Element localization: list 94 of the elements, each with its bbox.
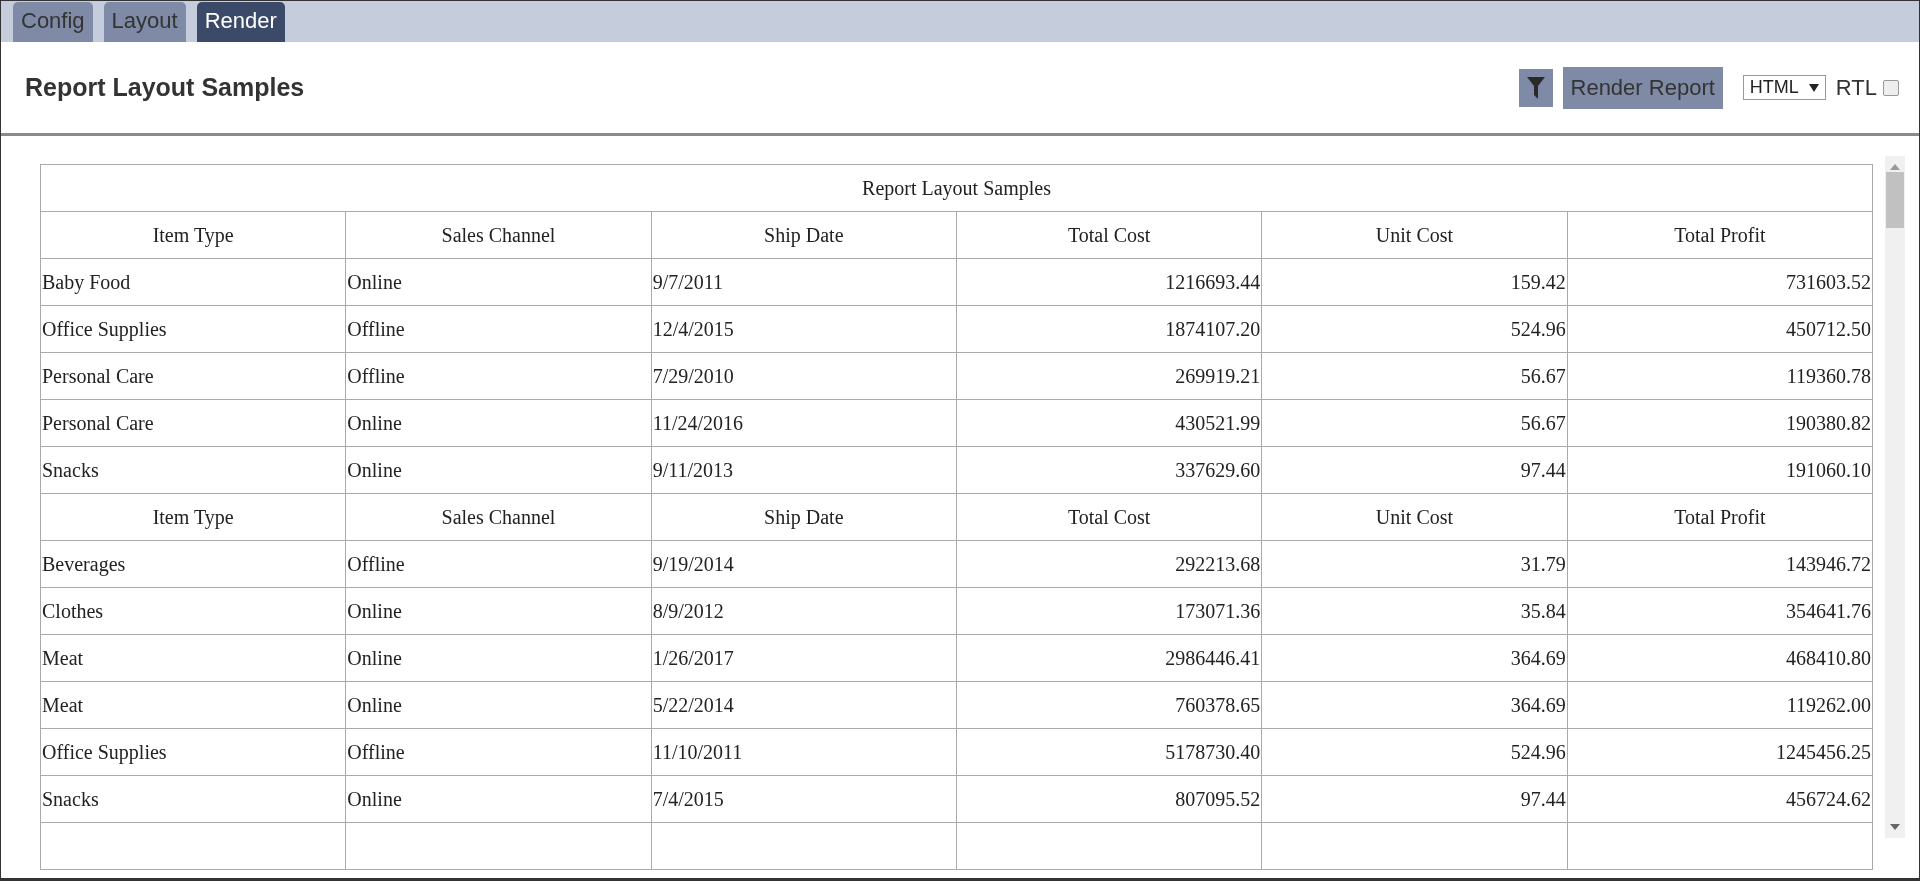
column-header: Unit Cost <box>1261 493 1568 541</box>
column-header: Total Profit <box>1567 211 1873 259</box>
table-cell: 5/22/2014 <box>651 681 957 729</box>
tab[interactable]: Config <box>13 2 93 42</box>
column-header: Sales Channel <box>345 211 652 259</box>
table-cell: Online <box>345 775 652 823</box>
table-cell: Online <box>345 681 652 729</box>
table-cell: 292213.68 <box>956 540 1262 588</box>
table-cell: Snacks <box>40 775 346 823</box>
table-cell: 56.67 <box>1261 352 1568 400</box>
table-cell: Clothes <box>40 587 346 635</box>
table-cell: Office Supplies <box>40 305 346 353</box>
tab[interactable]: Layout <box>103 2 186 42</box>
table-cell: Offline <box>345 540 652 588</box>
render-report-button[interactable]: Render Report <box>1562 66 1723 109</box>
table-cell: 807095.52 <box>956 775 1262 823</box>
table-cell: Snacks <box>40 446 346 494</box>
table-cell: 190380.82 <box>1567 399 1873 447</box>
table-cell: 191060.10 <box>1567 446 1873 494</box>
format-dropdown[interactable]: HTML <box>1742 75 1826 100</box>
table-cell: 173071.36 <box>956 587 1262 635</box>
table-cell: Beverages <box>40 540 346 588</box>
table-cell: 143946.72 <box>1567 540 1873 588</box>
table-cell: 5178730.40 <box>956 728 1262 776</box>
table-cell: 430521.99 <box>956 399 1262 447</box>
column-header: Total Profit <box>1567 493 1873 541</box>
table-cell: 760378.65 <box>956 681 1262 729</box>
table-cell: Online <box>345 446 652 494</box>
scroll-down-icon <box>1890 824 1900 830</box>
scrollbar-thumb[interactable] <box>1886 172 1904 228</box>
table-cell: Online <box>345 258 652 306</box>
table-cell: 97.44 <box>1261 775 1568 823</box>
table-cell: 731603.52 <box>1567 258 1873 306</box>
table-cell: Offline <box>345 352 652 400</box>
table-cell: 8/9/2012 <box>651 587 957 635</box>
table-cell: 31.79 <box>1261 540 1568 588</box>
table-cell: Online <box>345 587 652 635</box>
table-cell: 364.69 <box>1261 634 1568 682</box>
table-cell: Meat <box>40 681 346 729</box>
table-cell: 364.69 <box>1261 681 1568 729</box>
filter-button[interactable] <box>1518 68 1553 107</box>
table-cell: Offline <box>345 728 652 776</box>
scroll-up-icon <box>1890 164 1900 170</box>
scrollbar[interactable] <box>1885 156 1905 838</box>
table-cell: 269919.21 <box>956 352 1262 400</box>
table-cell: 97.44 <box>1261 446 1568 494</box>
rtl-checkbox[interactable] <box>1883 79 1899 96</box>
column-header: Item Type <box>40 493 346 541</box>
table-cell: Office Supplies <box>40 728 346 776</box>
table-cell: 450712.50 <box>1567 305 1873 353</box>
column-header: Ship Date <box>651 493 957 541</box>
column-header: Total Cost <box>956 211 1262 259</box>
table-cell: 12/4/2015 <box>651 305 957 353</box>
table-cell: 524.96 <box>1261 305 1568 353</box>
table-cell: 11/10/2011 <box>651 728 957 776</box>
table-cell: Online <box>345 634 652 682</box>
table-cell: 9/7/2011 <box>651 258 957 306</box>
tab[interactable]: Render <box>196 2 285 42</box>
table-cell: Meat <box>40 634 346 682</box>
table-cell: 9/19/2014 <box>651 540 957 588</box>
table-cell: 2986446.41 <box>956 634 1262 682</box>
table-cell: 1/26/2017 <box>651 634 957 682</box>
table-cell: 1245456.25 <box>1567 728 1873 776</box>
table-cell: 1216693.44 <box>956 258 1262 306</box>
table-cell: 11/24/2016 <box>651 399 957 447</box>
table-cell: 56.67 <box>1261 399 1568 447</box>
table-cell: Offline <box>345 305 652 353</box>
table-cell: 35.84 <box>1261 587 1568 635</box>
column-header: Sales Channel <box>345 493 652 541</box>
table-cell: Personal Care <box>40 399 346 447</box>
table-cell: 159.42 <box>1261 258 1568 306</box>
filter-icon <box>1526 76 1545 99</box>
table-cell: 456724.62 <box>1567 775 1873 823</box>
table-cell: 354641.76 <box>1567 587 1873 635</box>
table-cell: Baby Food <box>40 258 346 306</box>
table-cell: 119360.78 <box>1567 352 1873 400</box>
table-cell: 7/29/2010 <box>651 352 957 400</box>
table-cell: 9/11/2013 <box>651 446 957 494</box>
column-header: Unit Cost <box>1261 211 1568 259</box>
table-cell: 468410.80 <box>1567 634 1873 682</box>
column-header: Ship Date <box>651 211 957 259</box>
column-header: Item Type <box>40 211 346 259</box>
table-cell: 337629.60 <box>956 446 1262 494</box>
table-cell: 1874107.20 <box>956 305 1262 353</box>
column-header: Total Cost <box>956 493 1262 541</box>
table-cell: 7/4/2015 <box>651 775 957 823</box>
rtl-label: RTL <box>1835 74 1877 101</box>
table-cell: 524.96 <box>1261 728 1568 776</box>
table-cell: Personal Care <box>40 352 346 400</box>
table-cell: Online <box>345 399 652 447</box>
caret-icon <box>1808 83 1819 92</box>
table-cell: 119262.00 <box>1567 681 1873 729</box>
page-title: Report Layout Samples <box>25 73 306 102</box>
report-title: Report Layout Samples <box>40 164 1873 212</box>
